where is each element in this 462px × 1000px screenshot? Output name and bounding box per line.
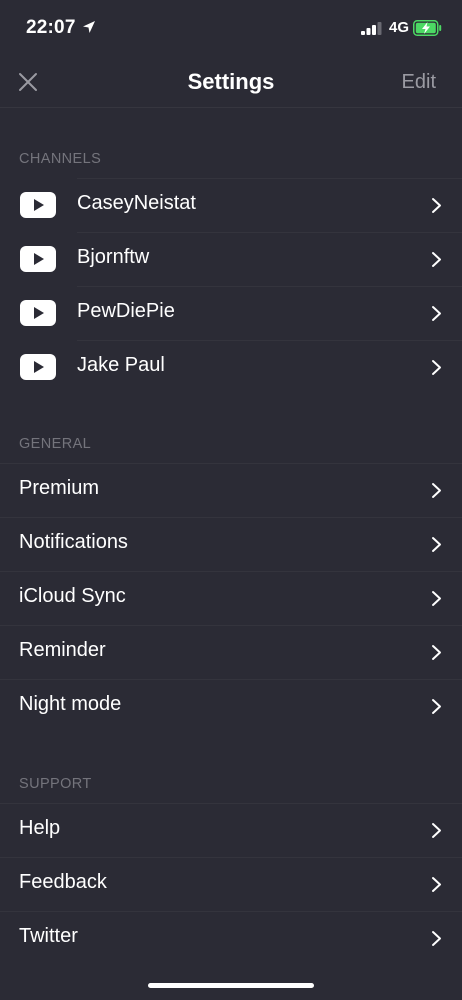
row-divider [77,286,462,287]
row-divider [0,463,462,464]
chevron-right-icon [432,306,441,321]
row-label: Night mode [19,693,122,715]
youtube-icon [20,246,56,272]
channel-row-pewdiepie[interactable]: PewDiePie [0,286,462,340]
youtube-icon [20,300,56,326]
row-divider [0,911,462,912]
row-label: Help [19,817,61,839]
chevron-right-icon [432,252,441,267]
row-divider [77,340,462,341]
row-divider [0,571,462,572]
youtube-icon [20,354,56,380]
row-divider [0,857,462,858]
channel-label: CaseyNeistat [77,192,196,214]
channel-row-jake-paul[interactable]: Jake Paul [0,340,462,394]
row-divider [0,803,462,804]
row-label: Notifications [19,531,128,553]
channel-label: Jake Paul [77,354,165,376]
row-label: iCloud Sync [19,585,126,607]
settings-row-reminder[interactable]: Reminder [0,625,462,679]
chevron-right-icon [432,537,441,552]
youtube-icon [20,192,56,218]
settings-row-twitter[interactable]: Twitter [0,911,462,965]
settings-row-feedback[interactable]: Feedback [0,857,462,911]
row-divider [0,625,462,626]
channel-row-caseyneistat[interactable]: CaseyNeistat [0,178,462,232]
status-bar: 22:07 4G [0,0,462,56]
chevron-right-icon [432,483,441,498]
navigation-bar: Settings Edit [0,56,462,108]
chevron-right-icon [432,699,441,714]
channel-label: Bjornftw [77,246,150,268]
section-header-general: GENERAL [19,436,92,452]
settings-row-notifications[interactable]: Notifications [0,517,462,571]
row-label: Feedback [19,871,107,893]
row-label: Twitter [19,925,78,947]
section-header-support: SUPPORT [19,776,92,792]
home-indicator[interactable] [148,983,314,988]
chevron-right-icon [432,823,441,838]
settings-row-help[interactable]: Help [0,803,462,857]
edit-button[interactable]: Edit [402,71,436,94]
row-label: Premium [19,477,100,499]
row-label: Reminder [19,639,106,661]
chevron-right-icon [432,360,441,375]
settings-row-premium[interactable]: Premium [0,463,462,517]
row-divider [77,178,462,179]
chevron-right-icon [432,645,441,660]
settings-screen: 22:07 4G Settings Edit CHANNELS CaseyNei… [0,0,462,1000]
row-divider [0,679,462,680]
channel-label: PewDiePie [77,300,175,322]
section-header-channels: CHANNELS [19,151,102,167]
chevron-right-icon [432,591,441,606]
row-divider [77,232,462,233]
settings-row-night-mode[interactable]: Night mode [0,679,462,733]
chevron-right-icon [432,931,441,946]
chevron-right-icon [432,877,441,892]
row-divider [0,517,462,518]
settings-row-icloud-sync[interactable]: iCloud Sync [0,571,462,625]
cellular-signal-icon [361,22,382,35]
page-title: Settings [187,69,275,94]
channel-row-bjornftw[interactable]: Bjornftw [0,232,462,286]
network-type: 4G [389,19,410,36]
chevron-right-icon [432,198,441,213]
status-time: 22:07 [26,17,76,38]
battery-charging-icon [413,20,442,36]
location-arrow-icon [83,21,95,33]
